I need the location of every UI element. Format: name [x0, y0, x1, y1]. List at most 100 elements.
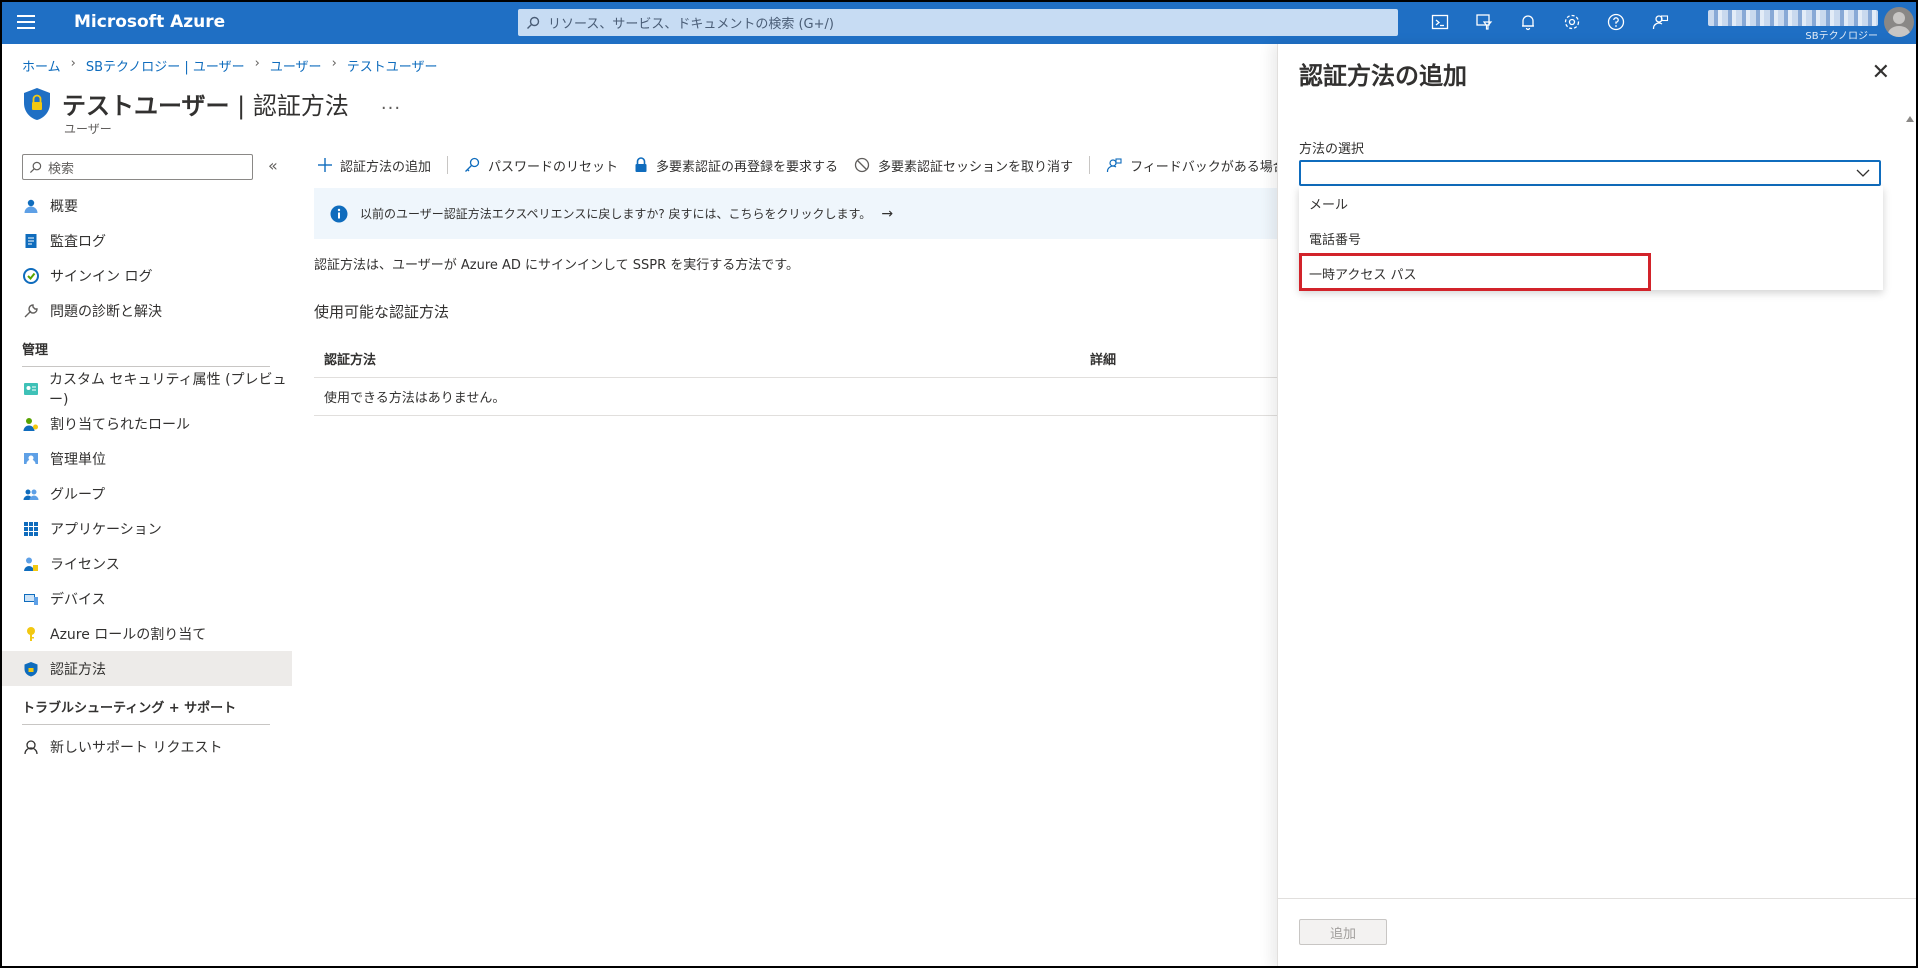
sidebar-item-authentication-methods[interactable]: 認証方法: [0, 651, 292, 686]
support-icon: [22, 738, 40, 756]
command-separator: [1089, 156, 1091, 174]
avatar[interactable]: [1884, 7, 1914, 37]
add-method-blade: 認証方法の追加 ✕ 方法の選択 メール 電話番号 一時アクセス パス 追加: [1277, 44, 1918, 968]
wrench-icon: [22, 302, 40, 320]
sidebar-item-new-support-request[interactable]: 新しいサポート リクエスト: [0, 729, 292, 764]
sidebar-item-groups[interactable]: グループ: [0, 476, 292, 511]
tenant-name: SBテクノロジー: [1805, 31, 1878, 42]
blade-footer: 追加: [1278, 898, 1918, 968]
help-icon[interactable]: [1594, 0, 1638, 44]
close-icon[interactable]: ✕: [1872, 60, 1890, 85]
plus-icon: [318, 158, 332, 172]
sidebar-item-overview[interactable]: 概要: [0, 188, 292, 223]
feedback-button[interactable]: フィードバックがある場合: [1106, 156, 1286, 175]
sidebar-item-admin-units[interactable]: 管理単位: [0, 441, 292, 476]
sidebar-item-label: デバイス: [50, 591, 106, 608]
applications-icon: [22, 520, 40, 538]
cloud-shell-icon[interactable]: [1418, 0, 1462, 44]
collapse-sidebar-icon[interactable]: «: [268, 156, 278, 175]
reset-password-button[interactable]: パスワードのリセット: [464, 156, 618, 175]
sidebar-item-diagnose[interactable]: 問題の診断と解決: [0, 293, 292, 328]
sidebar-item-audit-logs[interactable]: 監査ログ: [0, 223, 292, 258]
section-title: 使用可能な認証方法: [314, 303, 450, 321]
shield-lock-icon: [24, 87, 50, 120]
sidebar-item-licenses[interactable]: ライセンス: [0, 546, 292, 581]
custom-attribute-icon: [22, 380, 39, 398]
feedback-icon[interactable]: [1638, 0, 1682, 44]
require-mfa-reregister-button[interactable]: 多要素認証の再登録を要求する: [634, 156, 838, 175]
blade-scrollbar[interactable]: [1908, 116, 1912, 896]
sidebar-nav: 概要 監査ログ サインイン ログ 問題の診断と解決 管理 カスタム セキュリティ…: [0, 188, 292, 764]
audit-log-icon: [22, 232, 40, 250]
table-header-row: 認証方法 詳細: [314, 340, 1278, 378]
revoke-mfa-sessions-button[interactable]: 多要素認証セッションを取り消す: [854, 156, 1073, 175]
revoke-mfa-label: 多要素認証セッションを取り消す: [878, 159, 1074, 175]
column-header-method[interactable]: 認証方法: [314, 349, 1090, 368]
arrow-right-icon[interactable]: →: [881, 206, 893, 222]
global-search-placeholder: リソース、サービス、ドキュメントの検索 (G+/): [548, 17, 834, 32]
info-banner[interactable]: 以前のユーザー認証方法エクスペリエンスに戻しますか? 戻すには、こちらをクリック…: [314, 188, 1278, 239]
sidebar-search-input[interactable]: 検索: [22, 154, 253, 180]
option-phone-number[interactable]: 電話番号: [1299, 221, 1883, 256]
breadcrumb: ホーム › SBテクノロジー | ユーザー › ユーザー › テストユーザー: [22, 56, 438, 75]
sidebar-item-label: 問題の診断と解決: [50, 303, 162, 320]
page-header: テストユーザー | 認証方法 ...: [22, 86, 401, 121]
chevron-right-icon: ›: [254, 56, 260, 71]
add-button[interactable]: 追加: [1299, 919, 1387, 945]
sidebar-item-label: 監査ログ: [50, 233, 106, 250]
info-banner-text: 以前のユーザー認証方法エクスペリエンスに戻しますか? 戻すには、こちらをクリック…: [360, 207, 872, 221]
directory-filter-icon[interactable]: [1462, 0, 1506, 44]
brand-title[interactable]: Microsoft Azure: [74, 12, 514, 32]
column-header-details[interactable]: 詳細: [1090, 349, 1116, 368]
sidebar-item-custom-attributes[interactable]: カスタム セキュリティ属性 (プレビュー): [0, 371, 292, 408]
sidebar-item-azure-role-assignments[interactable]: Azure ロールの割り当て: [0, 616, 292, 651]
option-temporary-access-pass[interactable]: 一時アクセス パス: [1299, 256, 1883, 291]
chevron-right-icon: ›: [331, 56, 337, 71]
assigned-roles-icon: [22, 415, 40, 433]
description-text: 認証方法は、ユーザーが Azure AD にサインインして SSPR を実行する…: [314, 258, 800, 273]
sidebar-item-label: 概要: [50, 198, 78, 215]
account-info[interactable]: SBテクノロジー: [1708, 8, 1878, 42]
sidebar-item-assigned-roles[interactable]: 割り当てられたロール: [0, 406, 292, 441]
page-title-user: テストユーザー: [62, 92, 230, 120]
menu-icon[interactable]: [0, 0, 52, 44]
sidebar-item-devices[interactable]: デバイス: [0, 581, 292, 616]
breadcrumb-home[interactable]: ホーム: [22, 56, 61, 75]
search-icon: [527, 16, 540, 29]
sidebar-divider: [22, 724, 270, 725]
method-select-label: 方法の選択: [1299, 142, 1365, 157]
sidebar-item-label: 認証方法: [50, 661, 106, 678]
lock-icon: [635, 157, 647, 172]
page-title-section: | 認証方法: [229, 92, 349, 120]
notifications-icon[interactable]: [1506, 0, 1550, 44]
admin-unit-icon: [22, 450, 40, 468]
info-icon: [330, 205, 348, 222]
settings-icon[interactable]: [1550, 0, 1594, 44]
method-select[interactable]: [1299, 160, 1881, 186]
sidebar-divider: [22, 366, 270, 367]
sidebar-item-label: サインイン ログ: [50, 268, 153, 285]
feedback-label: フィードバックがある場合: [1130, 159, 1286, 175]
breadcrumb-test-user[interactable]: テストユーザー: [347, 56, 438, 75]
breadcrumb-tenant-users[interactable]: SBテクノロジー | ユーザー: [86, 56, 245, 75]
feedback-icon: [1106, 158, 1122, 173]
sidebar-item-label: カスタム セキュリティ属性 (プレビュー): [49, 371, 287, 408]
global-search-input[interactable]: リソース、サービス、ドキュメントの検索 (G+/): [518, 9, 1398, 36]
sidebar-item-label: Azure ロールの割り当て: [50, 626, 207, 643]
command-separator: [447, 156, 449, 174]
more-options-icon[interactable]: ...: [381, 93, 401, 114]
sidebar-item-label: アプリケーション: [50, 521, 162, 538]
top-icons: [1418, 0, 1682, 44]
shield-icon: [22, 660, 40, 678]
sidebar-item-applications[interactable]: アプリケーション: [0, 511, 292, 546]
overview-icon: [22, 197, 40, 215]
sidebar-item-label: グループ: [50, 486, 106, 503]
block-icon: [854, 157, 870, 173]
add-method-label: 認証方法の追加: [340, 159, 432, 175]
account-name-blurred: [1708, 10, 1878, 26]
add-method-button[interactable]: 認証方法の追加: [318, 156, 431, 175]
breadcrumb-users[interactable]: ユーザー: [270, 56, 322, 75]
sidebar-item-signin-logs[interactable]: サインイン ログ: [0, 258, 292, 293]
sidebar-search-placeholder: 検索: [48, 161, 75, 177]
option-email[interactable]: メール: [1299, 186, 1883, 221]
